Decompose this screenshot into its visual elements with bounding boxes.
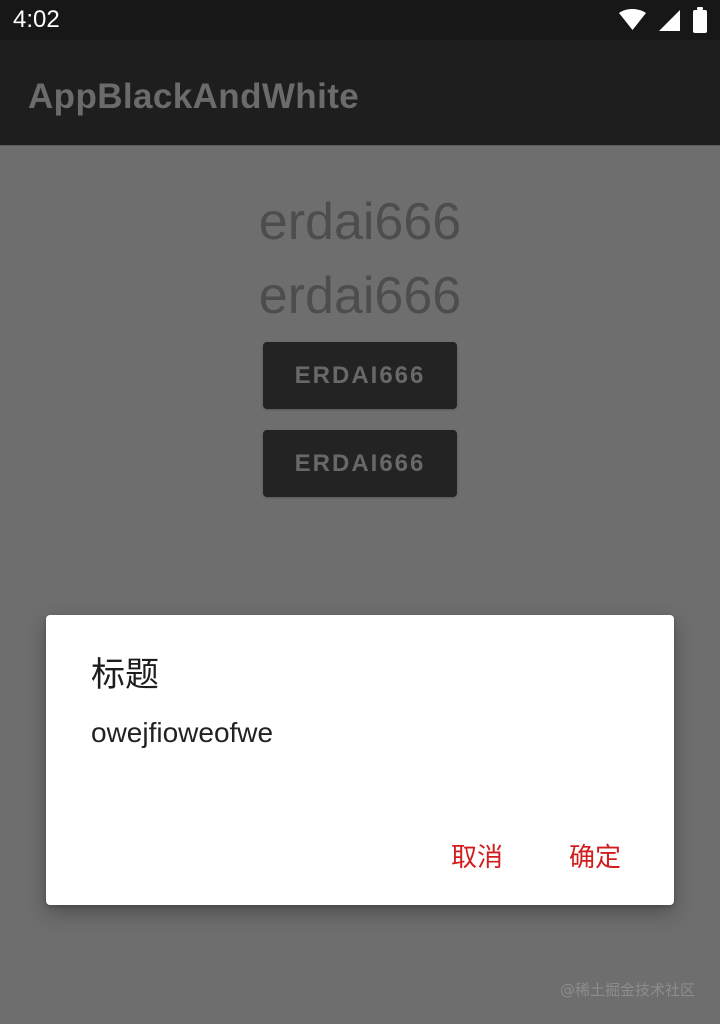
app-bar: AppBlackAndWhite: [0, 40, 720, 146]
erdai-text-1: erdai666: [258, 193, 462, 251]
wifi-icon: [619, 9, 646, 31]
dialog-message: owejfioweofwe: [91, 717, 274, 748]
status-time: 4:02: [13, 6, 60, 33]
watermark: @稀土掘金技术社区: [559, 981, 695, 999]
dialog-cancel-button[interactable]: 取消: [448, 835, 506, 881]
cellular-icon: [658, 9, 681, 32]
android-screen: 4:02 AppBlackAndWhite erdai666 erdai666 …: [0, 0, 720, 1024]
erdai-text-2: erdai666: [258, 267, 462, 325]
status-icons: [619, 7, 707, 33]
app-title: AppBlackAndWhite: [28, 77, 360, 116]
erdai-button-2[interactable]: ERDAI666: [263, 430, 457, 497]
alert-dialog: 标题 owejfioweofwe 取消 确定: [46, 615, 674, 905]
battery-icon: [693, 7, 707, 33]
status-bar: 4:02: [0, 0, 720, 40]
erdai-button-1[interactable]: ERDAI666: [263, 342, 457, 409]
dialog-confirm-button[interactable]: 确定: [566, 835, 624, 881]
dialog-title: 标题: [91, 655, 159, 695]
